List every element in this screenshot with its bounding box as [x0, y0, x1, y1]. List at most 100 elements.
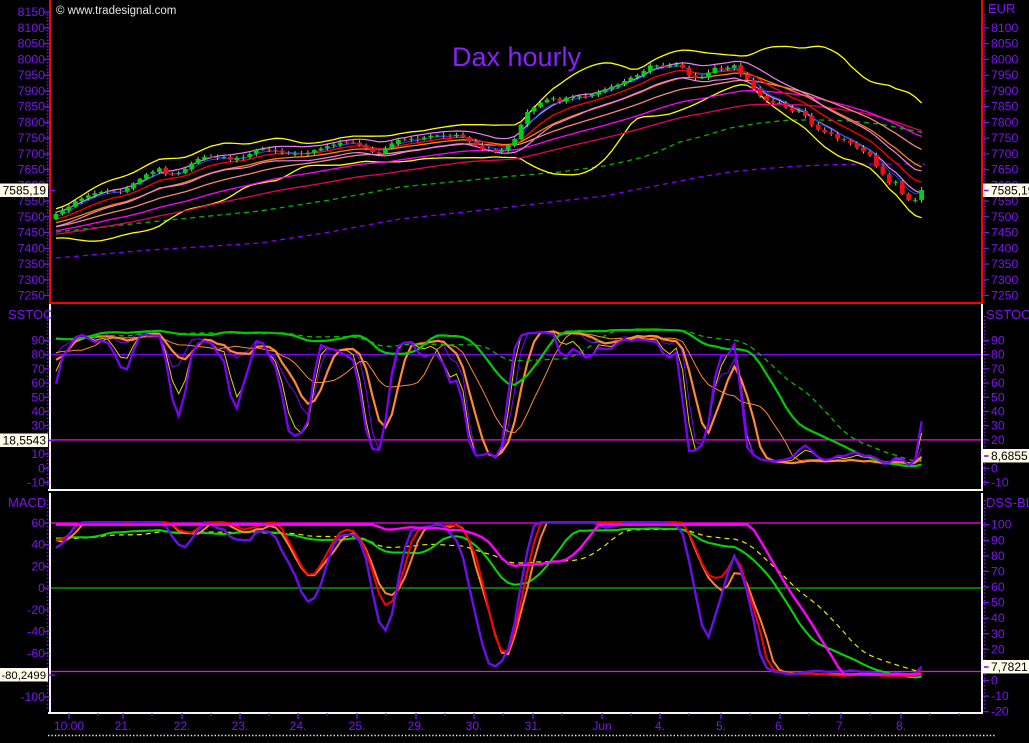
svg-text:7350: 7350 — [18, 257, 46, 271]
svg-text:7585,19: 7585,19 — [991, 184, 1029, 198]
svg-text:8100: 8100 — [991, 21, 1019, 35]
svg-text:40: 40 — [31, 538, 45, 552]
svg-text:7750: 7750 — [991, 131, 1019, 145]
svg-text:7750: 7750 — [18, 131, 46, 145]
svg-text:20: 20 — [991, 433, 1005, 447]
svg-text:-80,2499: -80,2499 — [1, 670, 46, 682]
svg-text:7585,19: 7585,19 — [3, 184, 47, 198]
svg-text:90: 90 — [31, 333, 45, 347]
svg-text:7900: 7900 — [991, 84, 1019, 98]
svg-text:80: 80 — [31, 348, 45, 362]
svg-text:7450: 7450 — [18, 226, 46, 240]
svg-text:DSS-BLA: DSS-BLA — [986, 495, 1029, 510]
svg-text:7.: 7. — [836, 719, 846, 733]
svg-text:7800: 7800 — [991, 115, 1019, 129]
svg-text:SSTOC: SSTOC — [986, 307, 1029, 322]
svg-text:8050: 8050 — [18, 37, 46, 51]
svg-text:7800: 7800 — [18, 115, 46, 129]
svg-text:-20: -20 — [991, 705, 1009, 719]
svg-text:7450: 7450 — [991, 226, 1019, 240]
svg-text:60: 60 — [31, 376, 45, 390]
svg-text:7950: 7950 — [18, 68, 46, 82]
svg-text:0: 0 — [991, 674, 998, 688]
svg-text:30: 30 — [991, 627, 1005, 641]
svg-text:SSTOC: SSTOC — [8, 307, 53, 322]
svg-text:6.: 6. — [775, 719, 785, 733]
svg-text:7500: 7500 — [18, 210, 46, 224]
svg-text:7350: 7350 — [991, 257, 1019, 271]
svg-text:30: 30 — [31, 419, 45, 433]
svg-text:20: 20 — [31, 559, 45, 573]
svg-text:21.: 21. — [115, 719, 132, 733]
svg-text:8150: 8150 — [18, 5, 46, 19]
svg-text:22.: 22. — [174, 719, 191, 733]
svg-text:25.: 25. — [349, 719, 366, 733]
svg-text:EUR: EUR — [988, 1, 1015, 16]
svg-text:7650: 7650 — [991, 163, 1019, 177]
svg-text:MACD: MACD — [8, 495, 46, 510]
svg-text:50: 50 — [991, 596, 1005, 610]
svg-text:30: 30 — [991, 419, 1005, 433]
svg-text:-40: -40 — [27, 625, 45, 639]
svg-text:-20: -20 — [27, 603, 45, 617]
svg-text:29.: 29. — [408, 719, 425, 733]
svg-text:60: 60 — [991, 580, 1005, 594]
svg-text:5.: 5. — [716, 719, 726, 733]
svg-text:70: 70 — [991, 362, 1005, 376]
svg-text:24.: 24. — [290, 719, 307, 733]
svg-text:© www.tradesignal.com: © www.tradesignal.com — [56, 5, 176, 17]
svg-text:4.: 4. — [655, 719, 665, 733]
svg-text:10: 10 — [31, 447, 45, 461]
svg-text:-100: -100 — [20, 690, 45, 704]
svg-text:60: 60 — [31, 516, 45, 530]
svg-text:70: 70 — [991, 564, 1005, 578]
svg-text:7950: 7950 — [991, 68, 1019, 82]
svg-text:90: 90 — [991, 533, 1005, 547]
svg-text:-10: -10 — [991, 476, 1009, 490]
svg-text:7650: 7650 — [18, 163, 46, 177]
svg-text:-10: -10 — [991, 689, 1009, 703]
svg-text:7,7821: 7,7821 — [991, 660, 1028, 674]
svg-text:7500: 7500 — [991, 210, 1019, 224]
svg-text:90: 90 — [991, 333, 1005, 347]
svg-text:0: 0 — [38, 581, 45, 595]
svg-text:7300: 7300 — [991, 273, 1019, 287]
svg-text:20: 20 — [991, 642, 1005, 656]
svg-text:-10: -10 — [27, 476, 45, 490]
svg-text:100: 100 — [991, 518, 1012, 532]
svg-text:60: 60 — [991, 376, 1005, 390]
svg-text:8,6855: 8,6855 — [991, 449, 1028, 463]
svg-text:7400: 7400 — [18, 241, 46, 255]
svg-text:18,5543: 18,5543 — [3, 434, 47, 448]
svg-text:Dax hourly: Dax hourly — [452, 42, 582, 72]
svg-text:40: 40 — [991, 611, 1005, 625]
svg-text:50: 50 — [991, 390, 1005, 404]
svg-text:31.: 31. — [525, 719, 542, 733]
svg-text:50: 50 — [31, 390, 45, 404]
svg-text:7400: 7400 — [991, 241, 1019, 255]
svg-text:7700: 7700 — [991, 147, 1019, 161]
svg-text:40: 40 — [31, 404, 45, 418]
svg-text:0: 0 — [991, 461, 998, 475]
svg-text:30.: 30. — [466, 719, 483, 733]
svg-text:8100: 8100 — [18, 21, 46, 35]
svg-text:80: 80 — [991, 348, 1005, 362]
svg-text:7250: 7250 — [18, 289, 46, 303]
svg-text:7850: 7850 — [18, 100, 46, 114]
svg-text:8.: 8. — [896, 719, 906, 733]
svg-text:7300: 7300 — [18, 273, 46, 287]
svg-text:70: 70 — [31, 362, 45, 376]
svg-text:7900: 7900 — [18, 84, 46, 98]
svg-text:23.: 23. — [232, 719, 249, 733]
svg-text:10:00: 10:00 — [54, 719, 84, 733]
svg-text:-60: -60 — [27, 646, 45, 660]
svg-text:Jun: Jun — [592, 719, 611, 733]
svg-text:7700: 7700 — [18, 147, 46, 161]
svg-text:8000: 8000 — [991, 52, 1019, 66]
svg-text:8000: 8000 — [18, 52, 46, 66]
svg-text:7250: 7250 — [991, 289, 1019, 303]
svg-text:40: 40 — [991, 404, 1005, 418]
svg-text:0: 0 — [38, 461, 45, 475]
svg-text:8050: 8050 — [991, 37, 1019, 51]
svg-text:7850: 7850 — [991, 100, 1019, 114]
